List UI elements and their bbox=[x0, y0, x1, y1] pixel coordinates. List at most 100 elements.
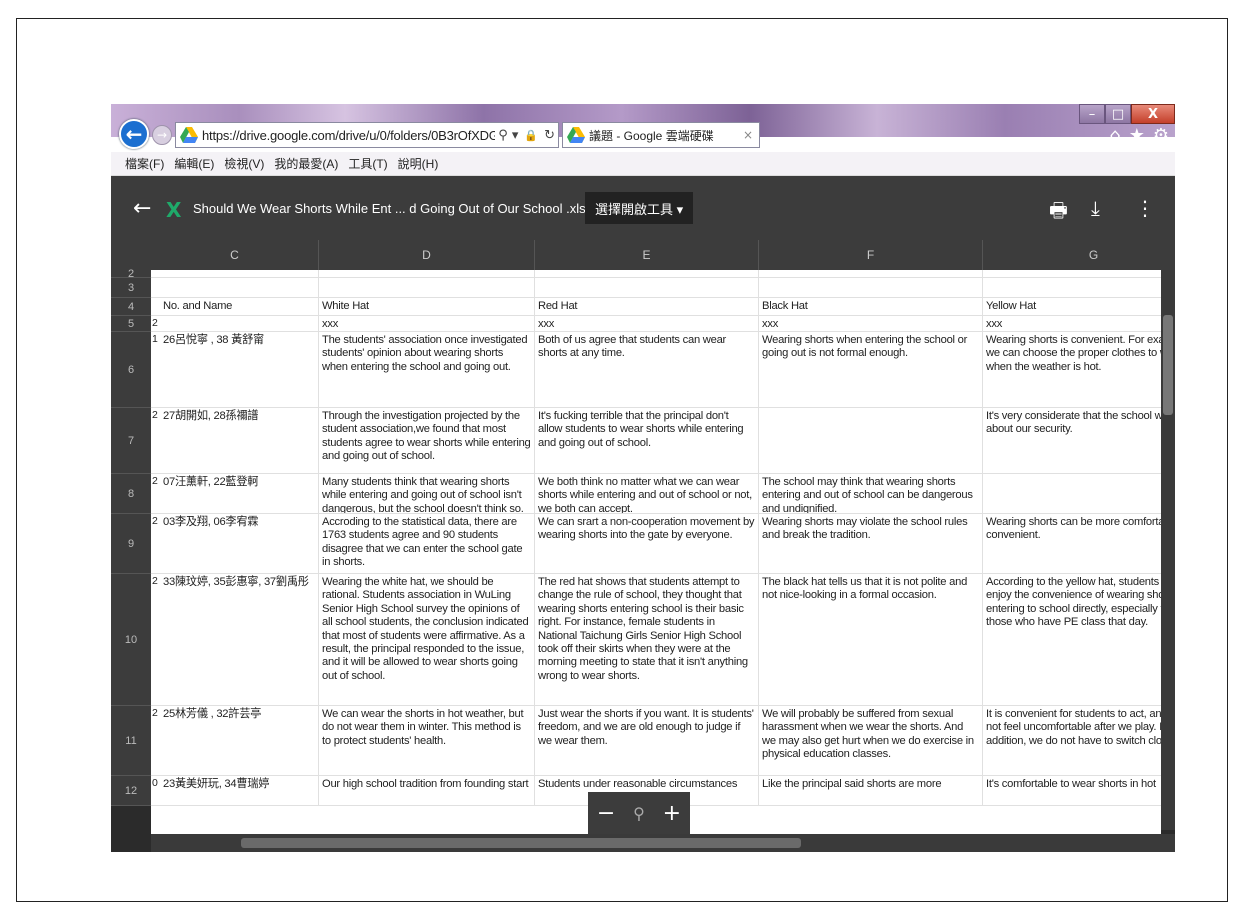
menu-item[interactable]: 說明(H) bbox=[398, 155, 439, 172]
tab-close-icon[interactable]: × bbox=[743, 128, 753, 142]
menu-item[interactable]: 工具(T) bbox=[348, 155, 387, 172]
browser-forward-button[interactable]: → bbox=[152, 125, 172, 145]
cell-f[interactable]: Wearing shorts when entering the school … bbox=[759, 332, 983, 408]
cell-d[interactable]: We can wear the shorts in hot weather, b… bbox=[319, 706, 535, 776]
cell-f[interactable] bbox=[759, 408, 983, 474]
row-header[interactable]: 12 bbox=[111, 776, 151, 806]
cell-d[interactable]: The students' association once investiga… bbox=[319, 332, 535, 408]
zoom-in-button[interactable]: + bbox=[663, 801, 681, 826]
cell-d[interactable] bbox=[319, 270, 535, 278]
cell-g[interactable]: xxx bbox=[983, 316, 1161, 332]
menu-item[interactable]: 編輯(E) bbox=[174, 155, 214, 172]
column-header-d[interactable]: D bbox=[319, 240, 535, 270]
row-header[interactable]: 9 bbox=[111, 514, 151, 574]
cell-c[interactable] bbox=[155, 270, 319, 278]
cell-g[interactable]: It's comfortable to wear shorts in hot bbox=[983, 776, 1161, 806]
cell-d[interactable]: Our high school tradition from founding … bbox=[319, 776, 535, 806]
favorites-star-icon[interactable]: ★ bbox=[1129, 125, 1145, 146]
menu-item[interactable]: 檔案(F) bbox=[125, 155, 164, 172]
cell-g[interactable]: Wearing shorts is convenient. For exampl… bbox=[983, 332, 1161, 408]
cell-e[interactable] bbox=[535, 278, 759, 298]
cell-f[interactable]: Like the principal said shorts are more bbox=[759, 776, 983, 806]
refresh-icon[interactable]: ↻ bbox=[544, 128, 555, 143]
menu-item[interactable]: 檢視(V) bbox=[224, 155, 264, 172]
cell-f[interactable]: xxx bbox=[759, 316, 983, 332]
cell-c[interactable]: 33陳玟婷, 35彭惠寧, 37劉禹彤 bbox=[155, 574, 319, 706]
cell-d[interactable]: White Hat bbox=[319, 298, 535, 316]
url-text[interactable]: https://drive.google.com/drive/u/0/folde… bbox=[202, 128, 495, 143]
cell-g[interactable]: It's very considerate that the school wo… bbox=[983, 408, 1161, 474]
cell-g[interactable]: Wearing shorts can be more comfortable a… bbox=[983, 514, 1161, 574]
cell-c[interactable]: 07汪薰軒, 22藍登軻 bbox=[155, 474, 319, 514]
settings-gear-icon[interactable]: ⚙ bbox=[1153, 125, 1169, 146]
print-icon[interactable]: 🖶 bbox=[1049, 196, 1068, 230]
cell-c[interactable]: 26呂悅寧 , 38 黃舒甯 bbox=[155, 332, 319, 408]
browser-tab[interactable]: 議題 - Google 雲端硬碟 × bbox=[562, 122, 760, 148]
vertical-scrollbar[interactable] bbox=[1161, 270, 1175, 830]
browser-back-button[interactable]: ← bbox=[119, 119, 149, 149]
cell-f[interactable]: Wearing shorts may violate the school ru… bbox=[759, 514, 983, 574]
row-header[interactable]: 7 bbox=[111, 408, 151, 474]
row-header[interactable]: 5 bbox=[111, 316, 151, 332]
minimize-button[interactable]: – bbox=[1079, 104, 1105, 124]
column-header-f[interactable]: F bbox=[759, 240, 983, 270]
cell-g[interactable] bbox=[983, 474, 1161, 514]
cell-d[interactable]: Wearing the white hat, we should be rati… bbox=[319, 574, 535, 706]
address-bar[interactable]: https://drive.google.com/drive/u/0/folde… bbox=[175, 122, 559, 148]
row-header[interactable]: 8 bbox=[111, 474, 151, 514]
cell-e[interactable]: We both think no matter what we can wear… bbox=[535, 474, 759, 514]
vertical-scroll-thumb[interactable] bbox=[1163, 315, 1173, 415]
cell-e[interactable]: The red hat shows that students attempt … bbox=[535, 574, 759, 706]
cell-c[interactable]: 23黃美妍玩, 34曹瑞婷 bbox=[155, 776, 319, 806]
cell-c[interactable]: 03李及翔, 06李宥霖 bbox=[155, 514, 319, 574]
cell-f[interactable]: We will probably be suffered from sexual… bbox=[759, 706, 983, 776]
cell-e[interactable]: Red Hat bbox=[535, 298, 759, 316]
cell-c[interactable]: 25林芳儀 , 32許芸亭 bbox=[155, 706, 319, 776]
row-header[interactable]: 10 bbox=[111, 574, 151, 706]
row-header[interactable]: 11 bbox=[111, 706, 151, 776]
cell-d[interactable]: Through the investigation projected by t… bbox=[319, 408, 535, 474]
maximize-button[interactable]: □ bbox=[1105, 104, 1131, 124]
cell-g[interactable]: According to the yellow hat, students ca… bbox=[983, 574, 1161, 706]
cell-e[interactable] bbox=[535, 270, 759, 278]
zoom-out-button[interactable]: − bbox=[597, 801, 615, 826]
cell-e[interactable]: Just wear the shorts if you want. It is … bbox=[535, 706, 759, 776]
column-header-g[interactable]: G bbox=[983, 240, 1175, 270]
horizontal-scrollbar[interactable] bbox=[151, 834, 1175, 852]
cell-g[interactable] bbox=[983, 270, 1161, 278]
cell-d[interactable]: Many students think that wearing shorts … bbox=[319, 474, 535, 514]
row-header[interactable]: 4 bbox=[111, 298, 151, 316]
open-with-button[interactable]: 選擇開啟工具 ▾ bbox=[585, 192, 694, 224]
cell-d[interactable] bbox=[319, 278, 535, 298]
cell-g[interactable]: Yellow Hat bbox=[983, 298, 1161, 316]
cell-e[interactable]: We can srart a non-cooperation movement … bbox=[535, 514, 759, 574]
column-header-c[interactable]: C bbox=[151, 240, 319, 270]
cell-g[interactable]: It is convenient for students to act, an… bbox=[983, 706, 1161, 776]
cell-g[interactable] bbox=[983, 278, 1161, 298]
cell-f[interactable]: Black Hat bbox=[759, 298, 983, 316]
row-header[interactable]: 2 bbox=[111, 268, 151, 280]
column-header-e[interactable]: E bbox=[535, 240, 759, 270]
cell-e[interactable]: It's fucking terrible that the principal… bbox=[535, 408, 759, 474]
menu-item[interactable]: 我的最愛(A) bbox=[274, 155, 338, 172]
cell-e[interactable]: Both of us agree that students can wear … bbox=[535, 332, 759, 408]
cell-c[interactable]: No. and Name bbox=[155, 298, 319, 316]
cell-f[interactable]: The school may think that wearing shorts… bbox=[759, 474, 983, 514]
cell-f[interactable] bbox=[759, 270, 983, 278]
horizontal-scroll-thumb[interactable] bbox=[241, 838, 801, 848]
home-icon[interactable]: ⌂ bbox=[1109, 125, 1120, 146]
close-preview-back-icon[interactable]: ← bbox=[133, 196, 151, 221]
more-options-icon[interactable]: ⋮ bbox=[1135, 196, 1155, 220]
cell-d[interactable]: xxx bbox=[319, 316, 535, 332]
cell-c[interactable] bbox=[155, 278, 319, 298]
row-header[interactable]: 6 bbox=[111, 332, 151, 408]
search-dropdown-icon[interactable]: ⚲ ▾ bbox=[498, 128, 518, 143]
download-icon[interactable]: ⤓ bbox=[1091, 196, 1100, 220]
cell-c[interactable]: 27胡開如, 28孫禰譜 bbox=[155, 408, 319, 474]
close-window-button[interactable]: X bbox=[1131, 104, 1175, 124]
cell-d[interactable]: Accroding to the statistical data, there… bbox=[319, 514, 535, 574]
row-header[interactable]: 3 bbox=[111, 278, 151, 298]
cell-f[interactable] bbox=[759, 278, 983, 298]
cell-f[interactable]: The black hat tells us that it is not po… bbox=[759, 574, 983, 706]
cell-e[interactable]: xxx bbox=[535, 316, 759, 332]
